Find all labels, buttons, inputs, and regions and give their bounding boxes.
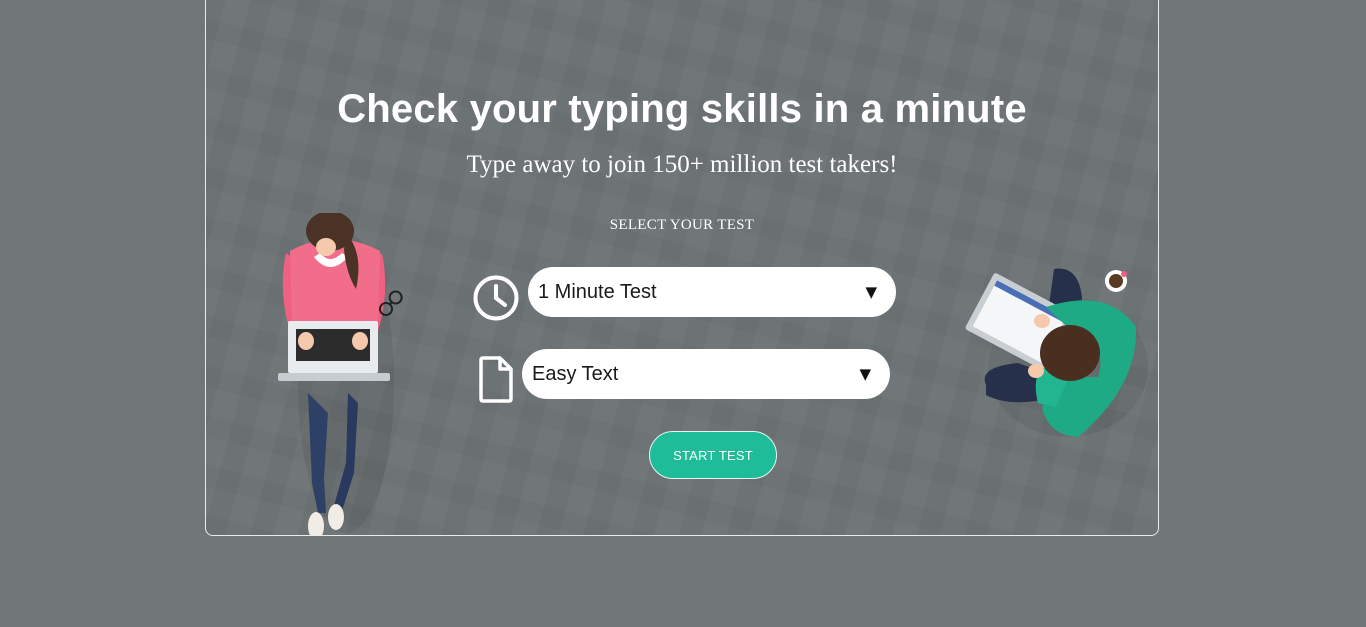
typing-test-card: Check your typing skills in a minute Typ… <box>205 0 1159 536</box>
text-type-select[interactable]: Easy Text ▼ <box>522 349 890 399</box>
page-subtitle: Type away to join 150+ million test take… <box>466 151 898 178</box>
start-test-button[interactable]: START TEST <box>649 431 777 479</box>
clock-icon <box>472 274 520 322</box>
man-with-laptop-illustration <box>958 267 1148 447</box>
woman-with-laptop-illustration <box>268 211 408 535</box>
dropdown-arrow-icon: ▼ <box>859 365 871 383</box>
document-icon <box>478 355 514 403</box>
text-type-select-value: Easy Text <box>532 362 619 385</box>
page-title: Check your typing skills in a minute <box>337 87 1027 131</box>
duration-select[interactable]: 1 Minute Test ▼ <box>528 267 896 317</box>
duration-select-value: 1 Minute Test <box>538 280 657 303</box>
dropdown-arrow-icon: ▼ <box>865 283 877 301</box>
